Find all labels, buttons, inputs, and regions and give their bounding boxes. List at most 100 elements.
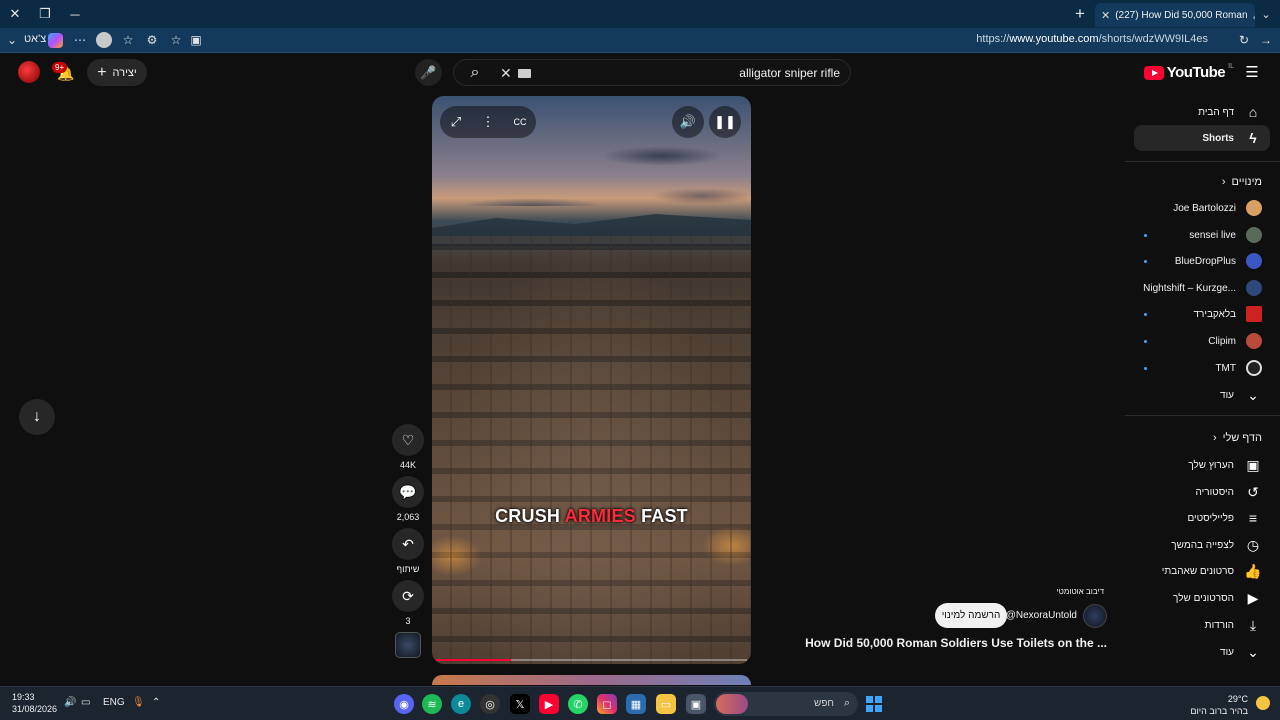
chat-label[interactable]: צ'אט [24, 33, 46, 45]
sidebar-item-label: sensei live [1189, 229, 1236, 241]
sidebar-item-your-channel[interactable]: הערוץ שלך ▣ [1134, 452, 1270, 478]
search-icon: ⌕ [843, 697, 850, 709]
file-explorer-icon[interactable]: ▭ [656, 694, 676, 714]
copilot-icon[interactable] [48, 33, 63, 48]
discord-app-icon[interactable]: ◉ [394, 694, 414, 714]
tab-title: (227) How Did 50,000 Roman [1115, 9, 1248, 21]
spotify-app-icon[interactable]: ≋ [422, 694, 442, 714]
new-tab-button[interactable]: + [1070, 4, 1090, 24]
volume-tray-icon[interactable]: 🔊 [64, 697, 76, 708]
subscriptions-heading[interactable]: › מינויים [1222, 176, 1262, 188]
remix-count: 3 [405, 616, 411, 626]
windows-start-icon[interactable] [866, 696, 882, 712]
remix-button[interactable]: ⟳ [392, 580, 424, 612]
store-app-icon[interactable]: ▦ [626, 694, 646, 714]
like-button[interactable]: ♡ [392, 424, 424, 456]
tab-list-button[interactable]: ⌄ [1256, 4, 1276, 24]
whatsapp-app-icon[interactable]: ✆ [568, 694, 588, 714]
sidebar-item-liked[interactable]: סרטונים שאהבתי 👍 [1134, 558, 1270, 584]
shorts-video-player[interactable]: ⤢ ⋮ CC 🔊 ❚❚ CRUSH ARMIES FAST [432, 96, 751, 664]
clear-search-icon[interactable]: ✕ [500, 65, 512, 82]
github-app-icon[interactable]: ◎ [480, 694, 500, 714]
sidebar-item-home[interactable]: דף הבית ⌂ [1134, 99, 1270, 125]
avatar[interactable] [18, 61, 40, 83]
sidebar-item-subscription[interactable]: sensei live [1134, 222, 1270, 248]
more-icon[interactable]: ⋯ [72, 32, 88, 48]
chevron-left-icon: › [1212, 432, 1217, 444]
search-input[interactable]: alligator sniper rifle [739, 66, 840, 80]
youtube-play-icon [1143, 65, 1164, 80]
youtube-app-icon[interactable]: ▶ [539, 694, 559, 714]
channel-avatar[interactable] [1083, 604, 1107, 628]
video-title[interactable]: How Did 50,000 Roman Soldiers Use Toilet… [805, 636, 1107, 650]
network-icon[interactable]: ▭ [81, 697, 90, 708]
refresh-icon[interactable]: ↻ [1236, 32, 1252, 48]
sound-thumbnail[interactable] [395, 632, 421, 658]
sidebar-item-shorts[interactable]: Shorts ϟ [1134, 125, 1270, 151]
minimize-window-button[interactable]: ─ [60, 0, 90, 28]
sidebar-item-subscription[interactable]: Clipim [1134, 328, 1270, 354]
language-indicator[interactable]: ENG [103, 697, 125, 708]
sidebar-item-label: Clipim [1208, 335, 1236, 347]
edge-app-icon[interactable]: e [451, 694, 471, 714]
captions-icon[interactable]: CC [504, 106, 536, 138]
video-progress-bar[interactable] [436, 659, 747, 661]
x-app-icon[interactable]: 𝕏 [510, 694, 530, 714]
subscribe-button[interactable]: הרשמה למינוי [935, 603, 1007, 628]
comment-button[interactable]: 💬 [392, 476, 424, 508]
sidebar-item-subscription[interactable]: TMT [1134, 355, 1270, 381]
create-button[interactable]: + יצירה [87, 59, 147, 86]
back-icon[interactable]: → [1258, 32, 1274, 48]
clock[interactable]: 19:33 31/08/2026 [12, 691, 57, 715]
volume-icon[interactable]: 🔊 [672, 106, 704, 138]
extensions-icon[interactable]: ⚙ [144, 32, 160, 48]
like-count: 44K [399, 460, 416, 470]
next-short-preview[interactable] [432, 675, 751, 685]
channel-name[interactable]: @NexoraUntold [1006, 610, 1077, 621]
taskbar-search[interactable]: חפש ⌕ [714, 692, 858, 716]
sidebar-item-more[interactable]: עוד ⌄ [1134, 382, 1270, 408]
sidebar-item-subscription[interactable]: בלאקבירד [1134, 301, 1270, 327]
more-options-icon[interactable]: ⋮ [472, 106, 504, 138]
pause-icon[interactable]: ❚❚ [709, 106, 741, 138]
speaker-icon[interactable]: 🔊 [1253, 10, 1255, 21]
share-button[interactable]: ↶ [392, 528, 424, 560]
voice-search-button[interactable]: 🎤 [415, 59, 442, 86]
weather-widget[interactable]: 29°C בהיר ברוב היום [1190, 693, 1248, 717]
sidebar-item-downloads[interactable]: הורדות ⤓ [1134, 612, 1270, 638]
youtube-logo[interactable]: YouTube IL [1143, 63, 1234, 81]
sidebar-item-subscription[interactable]: Joe Bartolozzi [1134, 195, 1270, 221]
mic-tray-icon[interactable]: 🎙 [132, 697, 145, 708]
taskbar: 19:33 31/08/2026 🔊 ▭ ENG 🎙 ⌃ ◉ ≋ e ◎ 𝕏 ▶… [0, 686, 1280, 720]
restore-window-button[interactable]: ❐ [30, 0, 60, 28]
add-favorite-icon[interactable]: ☆ [168, 32, 184, 48]
next-short-button[interactable]: ↓ [19, 399, 55, 435]
sidebar-item-subscription[interactable]: Nightshift – Kurzge... [1134, 275, 1270, 301]
split-screen-icon[interactable]: ▣ [188, 32, 204, 48]
sidebar-item-more[interactable]: עוד ⌄ [1134, 639, 1270, 665]
close-window-button[interactable]: ✕ [0, 0, 30, 28]
favorites-star-icon[interactable]: ☆ [120, 32, 136, 48]
keyboard-icon[interactable] [518, 69, 531, 78]
instagram-app-icon[interactable]: ◻ [597, 694, 617, 714]
heading-label: הדף שלי [1222, 432, 1262, 444]
you-heading[interactable]: › הדף שלי [1213, 432, 1262, 444]
search-icon[interactable]: ⌕ [466, 64, 484, 82]
sidebar-item-your-videos[interactable]: הסרטונים שלך ▶ [1134, 585, 1270, 611]
sidebar-item-history[interactable]: היסטוריה ↺ [1134, 479, 1270, 505]
task-view-icon[interactable]: ▣ [686, 694, 706, 714]
browser-tab[interactable]: ✕ (227) How Did 50,000 Roman 🔊 [1095, 3, 1255, 27]
menu-icon[interactable]: ☰ [1244, 64, 1260, 81]
sidebar-item-subscription[interactable]: BlueDropPlus [1134, 248, 1270, 274]
close-tab-icon[interactable]: ✕ [1101, 9, 1110, 22]
fullscreen-icon[interactable]: ⤢ [440, 106, 472, 138]
search-box[interactable]: ⌕ ✕ alligator sniper rifle [453, 59, 851, 86]
sidebar-item-watch-later[interactable]: לצפייה בהמשך ◷ [1134, 532, 1270, 558]
sidebar-item-playlists[interactable]: פלייליסטים ≡ [1134, 505, 1270, 531]
chevron-down-icon[interactable]: ⌄ [4, 32, 20, 48]
url-text[interactable]: https://www.youtube.com/shorts/wdzWW9IL4… [976, 33, 1208, 45]
chevron-up-icon[interactable]: ⌃ [152, 697, 160, 708]
sidebar-item-label: Joe Bartolozzi [1173, 202, 1236, 214]
profile-icon[interactable] [96, 32, 112, 48]
sidebar-item-label: הערוץ שלך [1188, 459, 1234, 471]
